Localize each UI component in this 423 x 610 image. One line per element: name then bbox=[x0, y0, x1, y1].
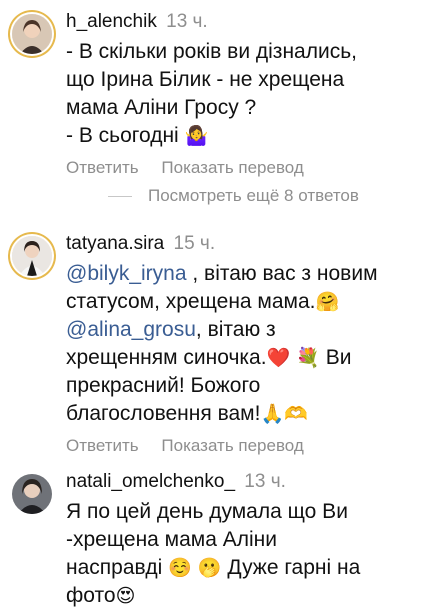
comment-line: насправді ☺️ 🫢 Дуже гарні на bbox=[66, 554, 413, 582]
comment-line-text: благословення вам! bbox=[66, 402, 261, 425]
comment-line: фото😍 bbox=[66, 582, 413, 610]
username[interactable]: h_alenchik bbox=[66, 11, 157, 32]
translate-button[interactable]: Показать перевод bbox=[161, 158, 303, 177]
shrug-emoji: 🤷‍♀️ bbox=[184, 125, 209, 147]
comment-line-text: насправді bbox=[66, 556, 169, 579]
comment-meta: natali_omelchenko_ 13 ч. bbox=[66, 470, 413, 494]
comment-line-text: Ви bbox=[319, 346, 352, 369]
divider-line bbox=[108, 195, 132, 197]
pray-heart-hands-emoji: 🙏🫶 bbox=[260, 403, 308, 425]
comment-line-text: фото bbox=[66, 584, 116, 607]
comment-line: - В скільки років ви дізнались, bbox=[66, 40, 357, 63]
translate-button[interactable]: Показать перевод bbox=[161, 436, 303, 455]
timestamp: 13 ч. bbox=[166, 11, 208, 32]
hug-emoji: 🤗 bbox=[315, 291, 340, 313]
smile-emoji: ☺️ 🫢 bbox=[168, 557, 222, 579]
view-more-replies-label: Посмотреть ещё 8 ответов bbox=[148, 186, 359, 205]
comment-line: Я по цей день думала що Ви bbox=[66, 500, 348, 523]
comment-line: статусом, хрещена мама.🤗 bbox=[66, 288, 413, 316]
comment-actions: Ответить Показать перевод bbox=[66, 158, 413, 178]
comment-line-text: , вітаю з bbox=[195, 318, 276, 341]
view-more-replies[interactable]: Посмотреть ещё 8 ответов bbox=[108, 186, 359, 206]
avatar[interactable] bbox=[12, 14, 52, 54]
comment-line-text: Дуже гарні на bbox=[221, 556, 361, 579]
comment-line-text: статусом, хрещена мама. bbox=[66, 290, 316, 313]
comment-text: @bilyk_iryna , вітаю вас з новим статусо… bbox=[66, 260, 413, 428]
timestamp: 15 ч. bbox=[173, 233, 216, 254]
comment-line: хрещенням синочка.❤️ 💐 Ви bbox=[66, 344, 413, 372]
avatar[interactable] bbox=[12, 236, 52, 276]
comment-meta: h_alenchik 13 ч. bbox=[66, 10, 413, 34]
heart-eyes-emoji: 😍 bbox=[115, 585, 136, 607]
comment-line-text: - В сьогодні bbox=[66, 124, 179, 147]
reply-button[interactable]: Ответить bbox=[66, 436, 139, 455]
comment-line: -хрещена мама Аліни bbox=[66, 528, 278, 551]
comment-line: що Ірина Білик - не хрещена bbox=[66, 68, 345, 91]
comment-line: мама Аліни Гросу ? bbox=[66, 96, 257, 119]
username[interactable]: tatyana.sira bbox=[66, 233, 164, 254]
comment-line: @bilyk_iryna , вітаю вас з новим bbox=[66, 260, 413, 288]
mention-link[interactable]: @alina_grosu bbox=[66, 318, 196, 341]
comment-text: Я по цей день думала що Ви -хрещена мама… bbox=[66, 498, 413, 610]
comment-line-text: хрещенням синочка. bbox=[66, 346, 267, 369]
timestamp: 13 ч. bbox=[244, 471, 286, 492]
reply-button[interactable]: Ответить bbox=[66, 158, 139, 177]
comment-line: @alina_grosu, вітаю з bbox=[66, 316, 413, 344]
heart-bouquet-emoji: ❤️ 💐 bbox=[266, 347, 320, 369]
comment-line-text: , вітаю вас з новим bbox=[186, 262, 378, 285]
comment-meta: tatyana.sira 15 ч. bbox=[66, 232, 413, 256]
comment-line: благословення вам!🙏🫶 bbox=[66, 400, 413, 428]
comment-line: - В сьогодні 🤷‍♀️ bbox=[66, 122, 413, 150]
username[interactable]: natali_omelchenko_ bbox=[66, 471, 235, 492]
avatar[interactable] bbox=[12, 474, 52, 514]
comment-actions: Ответить Показать перевод bbox=[66, 436, 413, 456]
comment-line: прекрасний! Божого bbox=[66, 374, 261, 397]
mention-link[interactable]: @bilyk_iryna bbox=[66, 262, 187, 285]
comment-text: - В скільки років ви дізнались, що Ірина… bbox=[66, 38, 413, 150]
